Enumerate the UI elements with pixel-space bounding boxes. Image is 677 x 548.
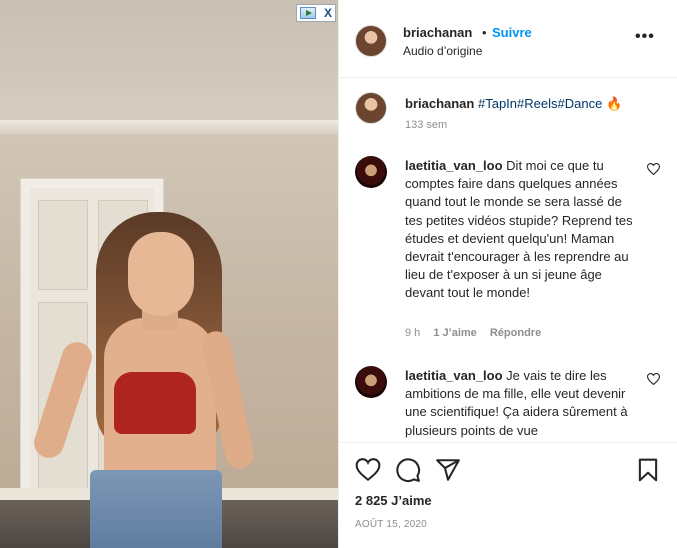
avatar[interactable] (355, 156, 387, 188)
avatar[interactable] (355, 366, 387, 398)
comment-username[interactable]: laetitia_van_loo (405, 158, 503, 173)
hashtag-link[interactable]: #Reels (517, 96, 557, 111)
separator-dot: • (482, 25, 487, 40)
post-sidebar: briachanan • Suivre Audio d’origine ••• … (338, 0, 677, 548)
video-door-panel (38, 200, 88, 290)
fire-emoji: 🔥 (605, 96, 623, 111)
video-dancer-face (128, 232, 194, 316)
more-options-icon[interactable]: ••• (635, 28, 655, 46)
speech-bubble-icon (396, 458, 421, 483)
comment-body: laetitia_van_loo Je vais te dire les amb… (405, 367, 637, 440)
video-crown-molding (0, 120, 338, 134)
heart-icon (355, 458, 381, 482)
post-actions: 2 825 J’aime AOÛT 15, 2020 (339, 442, 677, 548)
avatar[interactable] (355, 25, 387, 57)
post-header: briachanan • Suivre Audio d’origine ••• (339, 0, 677, 78)
like-heart-icon[interactable] (355, 457, 381, 483)
comment-like-heart-icon[interactable] (646, 163, 661, 178)
avatar[interactable] (355, 92, 387, 124)
ad-play-icon[interactable] (300, 7, 316, 19)
bookmark-icon[interactable] (635, 457, 661, 483)
post-author-username[interactable]: briachanan (403, 25, 472, 40)
video-ceiling (0, 0, 338, 120)
caption-username[interactable]: briachanan (405, 96, 474, 111)
heart-icon (646, 373, 661, 386)
audio-label[interactable]: Audio d’origine (403, 44, 482, 58)
comment-body: laetitia_van_loo Dit moi ce que tu compt… (405, 157, 637, 303)
hashtag-link[interactable]: #TapIn (478, 96, 517, 111)
follow-button[interactable]: Suivre (492, 25, 532, 40)
heart-icon (646, 163, 661, 176)
hashtag-link[interactable]: #Dance (558, 96, 603, 111)
ad-badge[interactable]: X (296, 4, 336, 22)
likes-count[interactable]: 2 825 J’aime (355, 493, 432, 508)
comments-list[interactable]: briachanan #TapIn#Reels#Dance 🔥 133 sem … (339, 79, 677, 442)
share-icon[interactable] (435, 457, 461, 483)
reply-button[interactable]: Répondre (490, 327, 541, 339)
comment-timestamp[interactable]: 9 h (405, 327, 420, 339)
paper-plane-icon (436, 459, 460, 481)
comment-likes-count[interactable]: 1 J’aime (433, 327, 476, 339)
post-caption: briachanan #TapIn#Reels#Dance 🔥 (405, 95, 661, 113)
comment-text: Dit moi ce que tu comptes faire dans que… (405, 158, 633, 301)
post-date[interactable]: AOÛT 15, 2020 (355, 519, 427, 530)
reel-video[interactable]: X (0, 0, 338, 548)
comment-icon[interactable] (395, 457, 421, 483)
comment-username[interactable]: laetitia_van_loo (405, 368, 503, 383)
close-icon[interactable]: X (324, 7, 332, 19)
video-dancer-top (114, 372, 196, 434)
save-icon (638, 458, 658, 482)
comment-like-heart-icon[interactable] (646, 373, 661, 388)
caption-timestamp[interactable]: 133 sem (405, 119, 447, 131)
video-dancer-jeans (90, 470, 222, 548)
comment-meta: 9 h 1 J’aime Répondre (405, 327, 551, 339)
